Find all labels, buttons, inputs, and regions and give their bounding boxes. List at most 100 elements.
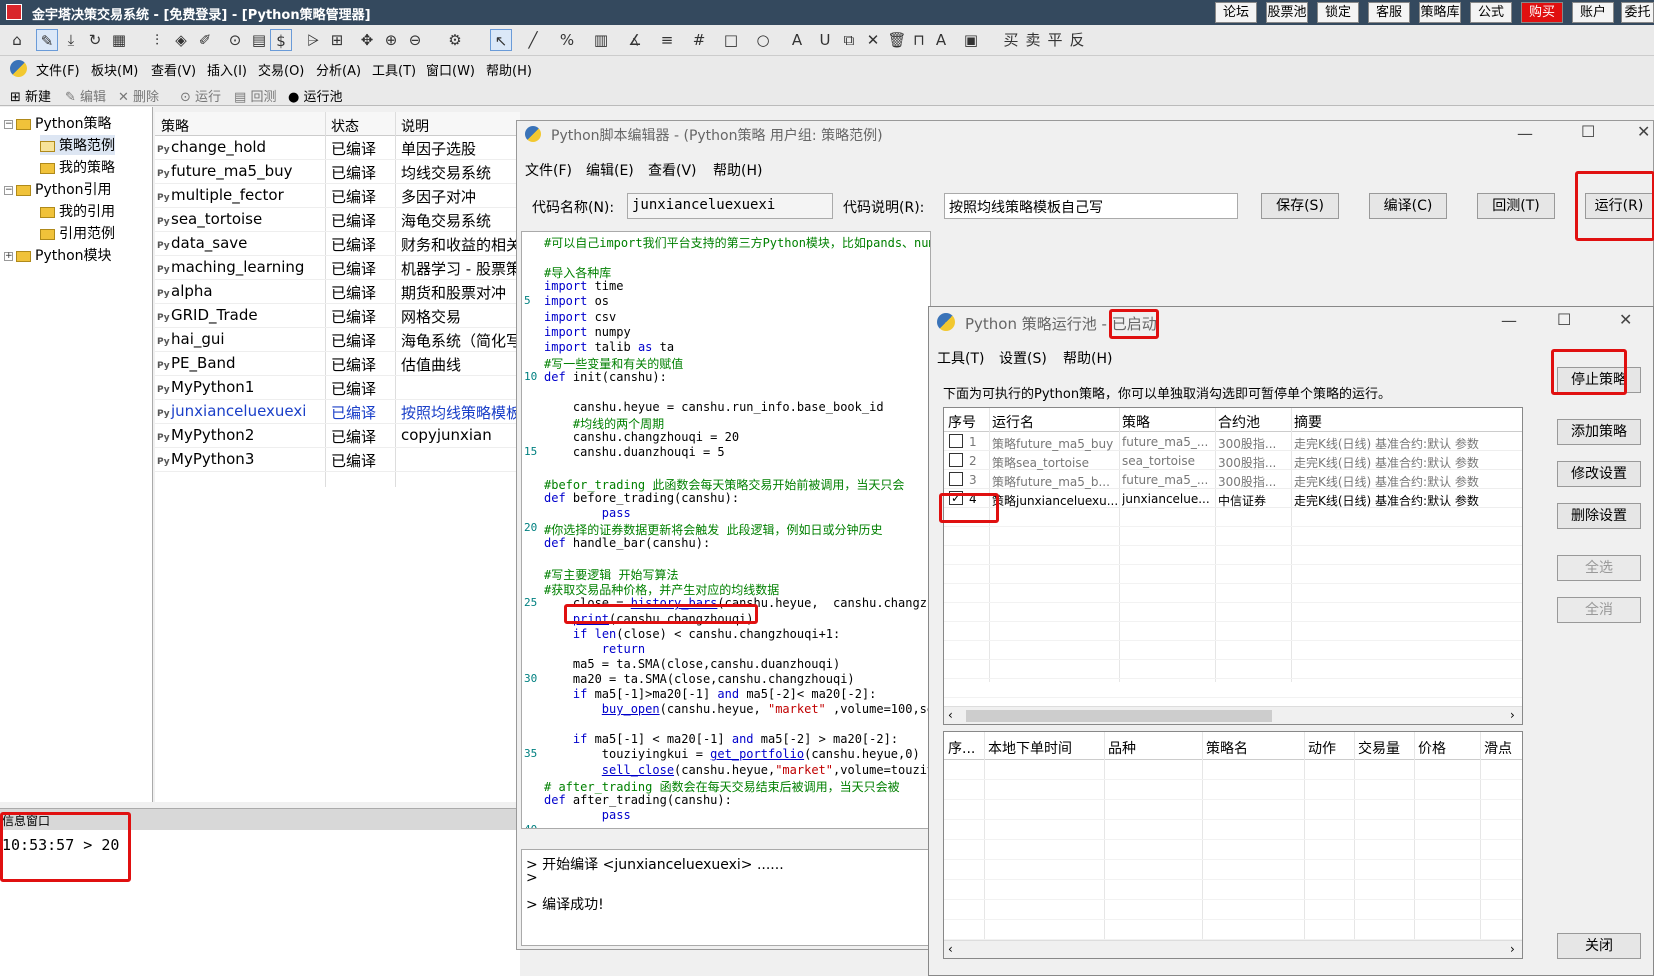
deselect-all-button[interactable]: 全消: [1557, 597, 1641, 623]
hash-icon[interactable]: #: [688, 29, 710, 51]
scroll-left-icon[interactable]: ‹: [948, 708, 953, 722]
row-checkbox[interactable]: [949, 434, 963, 448]
collapse-icon[interactable]: −: [4, 119, 13, 129]
play-icon[interactable]: ⊙: [224, 29, 246, 51]
reverse-icon[interactable]: 反: [1066, 29, 1088, 51]
horizontal-scrollbar[interactable]: ‹ ›: [944, 706, 1522, 724]
candle-icon[interactable]: ⫶: [146, 29, 168, 51]
font-color-icon[interactable]: A: [930, 29, 952, 51]
tree-node-my-refs[interactable]: 我的引用: [40, 201, 115, 221]
editor-menu-help[interactable]: 帮助(H): [713, 160, 762, 180]
gear-icon[interactable]: ⚙: [444, 29, 466, 51]
code-desc-field[interactable]: 按照均线策略模板自己写: [944, 193, 1238, 219]
editor-menu-edit[interactable]: 编辑(E): [586, 160, 634, 180]
code-name-field[interactable]: junxianceluexuexi: [627, 193, 833, 219]
stop-strategy-button[interactable]: 停止策略: [1557, 367, 1641, 393]
buy-button[interactable]: 购买: [1521, 2, 1563, 23]
table-row[interactable]: Pychange_hold 已编译 单因子选股: [155, 136, 520, 160]
col-desc[interactable]: 说明: [401, 116, 429, 136]
table-row[interactable]: PyMyPython3 已编译: [155, 448, 520, 472]
order-col-header[interactable]: 策略名: [1206, 738, 1248, 758]
menu-trade[interactable]: 交易(O): [258, 60, 304, 79]
stock-pool-button[interactable]: 股票池: [1266, 2, 1308, 23]
save-button[interactable]: 保存(S): [1261, 193, 1339, 219]
circle-icon[interactable]: ○: [752, 29, 774, 51]
order-col-header[interactable]: 本地下单时间: [988, 738, 1072, 758]
formula-button[interactable]: 公式: [1470, 2, 1512, 23]
row-checkbox[interactable]: [949, 453, 963, 467]
menu-insert[interactable]: 插入(I): [207, 60, 247, 79]
dollar-icon[interactable]: $: [270, 29, 292, 51]
row-checkbox[interactable]: ✓: [949, 491, 963, 505]
run-button[interactable]: 运行(R): [1585, 193, 1653, 219]
horizontal-scrollbar[interactable]: ‹ ›: [944, 940, 1522, 958]
pencil-icon[interactable]: ✎: [36, 29, 58, 51]
diamond-icon[interactable]: ◈: [170, 29, 192, 51]
scroll-right-icon[interactable]: ›: [1510, 942, 1515, 956]
menu-view[interactable]: 查看(V): [151, 60, 196, 79]
backtest-button[interactable]: 回测(T): [1477, 193, 1555, 219]
table-row[interactable]: Pyfuture_ma5_buy 已编译 均线交易系统: [155, 160, 520, 184]
table-row[interactable]: PyGRID_Trade 已编译 网格交易: [155, 304, 520, 328]
tree-node-python-strategy[interactable]: − Python策略: [4, 113, 112, 133]
filter-icon[interactable]: ⩥: [302, 29, 324, 51]
sell-icon[interactable]: 卖: [1022, 29, 1044, 51]
table-row[interactable]: Pyalpha 已编译 期货和股票对冲: [155, 280, 520, 304]
table-row[interactable]: Pymaching_learning 已编译 机器学习 - 股票策: [155, 256, 520, 280]
edit-button[interactable]: ✎ 编辑: [65, 86, 106, 105]
download-icon[interactable]: ⤓: [60, 29, 82, 51]
table-row[interactable]: Pyhai_gui 已编译 海龟系统（简化写: [155, 328, 520, 352]
pool-row[interactable]: 2 策略sea_tortoise sea_tortoise 300股指... 走完K线(…: [944, 451, 1522, 470]
tree-node-python-modules[interactable]: + Python模块: [4, 245, 112, 265]
order-col-header[interactable]: 序...: [948, 738, 975, 758]
tree-node-my-strategies[interactable]: 我的策略: [40, 157, 115, 177]
grid-icon[interactable]: ▦: [108, 29, 130, 51]
save-icon[interactable]: ▣: [960, 29, 982, 51]
pool-col-header[interactable]: 合约池: [1218, 412, 1290, 432]
order-col-header[interactable]: 交易量: [1358, 738, 1400, 758]
close-icon[interactable]: ✕: [862, 29, 884, 51]
scale-icon[interactable]: ⊞: [326, 29, 348, 51]
tree-node-python-refs[interactable]: − Python引用: [4, 179, 112, 199]
zoom-in-icon[interactable]: ⊕: [380, 29, 402, 51]
refresh-icon[interactable]: ↻: [84, 29, 106, 51]
maximize-icon[interactable]: ☐: [1581, 122, 1595, 141]
forum-button[interactable]: 论坛: [1215, 2, 1257, 23]
text-icon[interactable]: A: [786, 29, 808, 51]
pool-menu-tools[interactable]: 工具(T): [937, 348, 984, 368]
flat-icon[interactable]: 平: [1044, 29, 1066, 51]
menu-window[interactable]: 窗口(W): [426, 60, 475, 79]
home-icon[interactable]: ⌂: [6, 29, 28, 51]
add-strategy-button[interactable]: 添加策略: [1557, 419, 1641, 445]
table-row[interactable]: Pysea_tortoise 已编译 海龟交易系统: [155, 208, 520, 232]
table-row[interactable]: PyMyPython1 已编译: [155, 376, 520, 400]
minimize-icon[interactable]: —: [1501, 311, 1517, 330]
close-icon[interactable]: ✕: [1619, 310, 1632, 329]
service-button[interactable]: 客服: [1368, 2, 1410, 23]
close-icon[interactable]: ✕: [1637, 122, 1650, 141]
select-all-button[interactable]: 全选: [1557, 555, 1641, 581]
percent-icon[interactable]: %: [556, 29, 578, 51]
modify-settings-button[interactable]: 修改设置: [1557, 461, 1641, 487]
doc-icon[interactable]: ▤: [248, 29, 270, 51]
order-col-header[interactable]: 品种: [1108, 738, 1136, 758]
pool-col-header[interactable]: 摘要: [1294, 412, 1520, 432]
backtest-button[interactable]: ▤ 回测: [234, 86, 276, 105]
copy-icon[interactable]: ⧉: [838, 29, 860, 51]
new-button[interactable]: ⊞ 新建: [10, 86, 51, 105]
lock-icon[interactable]: ⊓: [908, 29, 930, 51]
col-strategy[interactable]: 策略: [161, 116, 189, 136]
lock-button[interactable]: 锁定: [1317, 2, 1359, 23]
pool-row[interactable]: 1 策略future_ma5_buy future_ma5_... 300股指... 走…: [944, 432, 1522, 451]
run-button[interactable]: ⊙ 运行: [180, 86, 221, 105]
table-row[interactable]: PyMyPython2 已编译 copyjunxian: [155, 424, 520, 448]
pool-col-header[interactable]: 序号: [948, 412, 986, 432]
move-icon[interactable]: ✥: [356, 29, 378, 51]
order-col-header[interactable]: 动作: [1308, 738, 1336, 758]
line-icon[interactable]: ╱: [522, 29, 544, 51]
cursor-icon[interactable]: ↖: [490, 29, 512, 51]
buy-icon[interactable]: 买: [1000, 29, 1022, 51]
menu-block[interactable]: 板块(M): [91, 60, 138, 79]
collapse-icon[interactable]: −: [4, 185, 13, 195]
edit-icon[interactable]: ✐: [194, 29, 216, 51]
